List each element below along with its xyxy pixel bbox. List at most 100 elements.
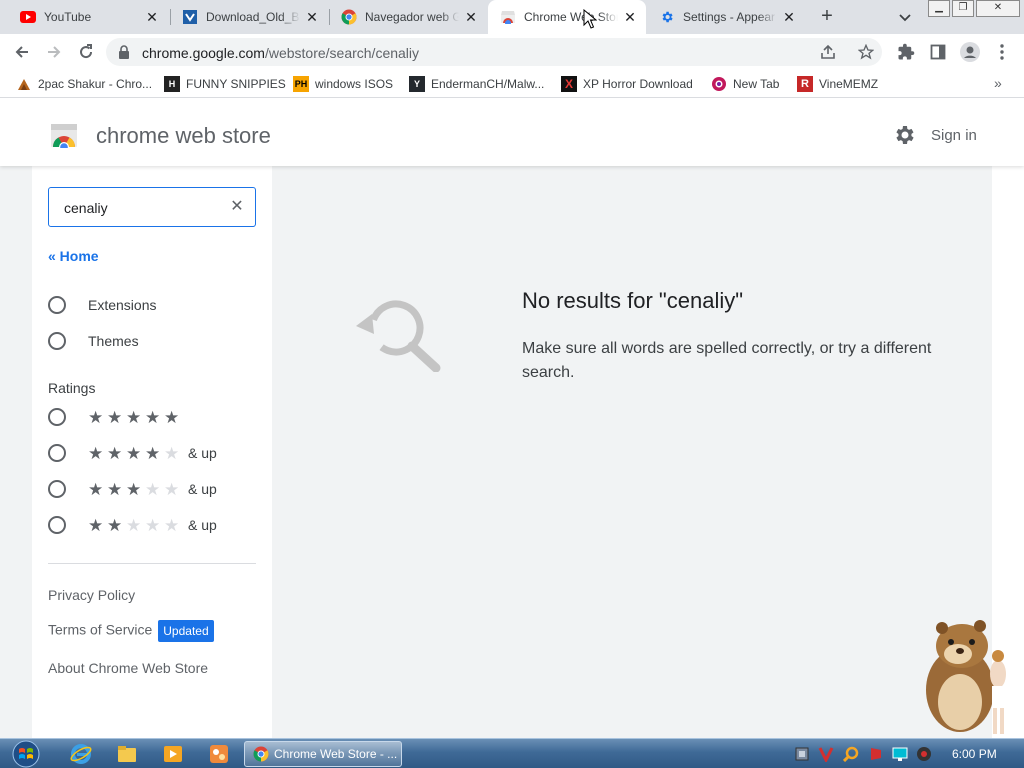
star-filled-icon: ★ (88, 479, 104, 499)
home-link[interactable]: « Home (48, 248, 99, 264)
privacy-policy-link[interactable]: Privacy Policy (48, 587, 135, 603)
close-icon[interactable]: ✕ (144, 9, 160, 25)
filter-rating-3[interactable]: ★ ★ ★ ★ ★ & up (48, 478, 217, 500)
sign-in-link[interactable]: Sign in (931, 127, 977, 144)
radio-button[interactable] (48, 408, 66, 426)
close-icon[interactable]: ✕ (622, 9, 638, 25)
bookmark-item[interactable]: H FUNNY SNIPPIES (164, 75, 286, 93)
address-bar[interactable]: chrome.google.com/webstore/search/cenali… (106, 38, 882, 66)
tray-search-icon[interactable] (843, 746, 859, 762)
star-filled-icon: ★ (126, 479, 142, 499)
file-explorer-icon[interactable] (116, 743, 138, 765)
tray-chip-icon[interactable] (794, 746, 810, 762)
search-input[interactable] (64, 198, 214, 218)
url-text[interactable]: chrome.google.com/webstore/search/cenali… (142, 45, 419, 61)
radio-button[interactable] (48, 296, 66, 314)
menu-kebab-icon[interactable] (990, 40, 1014, 64)
h-logo-icon: H (164, 76, 180, 92)
filter-themes[interactable]: Themes (48, 330, 139, 352)
bookmark-item[interactable]: New Tab (711, 75, 779, 93)
rating-suffix: & up (188, 445, 217, 461)
tray-monitor-icon[interactable] (892, 746, 908, 762)
restore-button[interactable]: ❐ (952, 0, 974, 17)
taskbar-window-title: Chrome Web Store - ... (274, 747, 398, 761)
store-title[interactable]: chrome web store (96, 123, 271, 149)
bookmarks-overflow-button[interactable]: » (994, 75, 1002, 91)
left-gutter (0, 166, 32, 738)
bookmark-item[interactable]: R VineMEMZ (797, 75, 878, 93)
tray-v-icon[interactable] (818, 746, 834, 762)
download-site-icon (182, 9, 198, 25)
chrome-web-store-logo-icon[interactable] (50, 122, 78, 148)
paint-app-icon[interactable] (208, 743, 230, 765)
filter-rating-4[interactable]: ★ ★ ★ ★ ★ & up (48, 442, 217, 464)
extensions-puzzle-icon[interactable] (894, 40, 918, 64)
back-button[interactable] (10, 40, 34, 64)
terms-of-service-link[interactable]: Terms of Service (48, 622, 152, 638)
radio-button[interactable] (48, 480, 66, 498)
filter-rating-2[interactable]: ★ ★ ★ ★ ★ & up (48, 514, 217, 536)
about-store-link[interactable]: About Chrome Web Store (48, 660, 208, 676)
reload-icon (80, 44, 93, 59)
tab-settings[interactable]: Settings - Appear ✕ (647, 0, 805, 34)
radio-button[interactable] (48, 444, 66, 462)
bookmark-item[interactable]: Y EndermanCH/Malw... (409, 75, 544, 93)
url-path: /webstore/search/cenaliy (264, 45, 420, 61)
taskbar-chrome-window[interactable]: Chrome Web Store - ... (244, 741, 402, 767)
close-icon[interactable]: ✕ (781, 9, 797, 25)
url-host: chrome.google.com (142, 45, 265, 61)
bookmark-label: 2pac Shakur - Chro... (38, 77, 153, 91)
tab-title: YouTube (44, 10, 92, 24)
settings-gear-icon[interactable] (892, 123, 916, 147)
windows-taskbar: Chrome Web Store - ... 6:00 PM (0, 738, 1024, 768)
star-filled-icon: ★ (126, 443, 142, 463)
share-icon[interactable] (816, 40, 840, 64)
bookmark-label: EndermanCH/Malw... (431, 77, 545, 91)
webstore-icon (500, 9, 516, 25)
bookmark-star-icon[interactable] (854, 40, 878, 64)
star-filled-icon: ★ (145, 407, 161, 427)
tray-flag-icon[interactable] (868, 746, 884, 762)
windows-start-orb-icon[interactable] (8, 740, 44, 768)
chrome-icon (341, 9, 357, 25)
star-filled-icon: ★ (107, 443, 123, 463)
star-rating: ★ ★ ★ ★ ★ (88, 481, 183, 498)
no-results-title: No results for "cenaliy" (522, 288, 744, 313)
bookmark-item[interactable]: 2pac Shakur - Chro... (16, 75, 152, 93)
ph-logo-icon: PH (293, 76, 309, 92)
tab-youtube[interactable]: YouTube ✕ (8, 0, 168, 34)
bookmark-label: New Tab (733, 77, 780, 91)
radio-button[interactable] (48, 516, 66, 534)
clear-search-icon[interactable]: ✕ (227, 196, 247, 218)
radio-button[interactable] (48, 332, 66, 350)
new-tab-button[interactable]: + (816, 6, 838, 28)
media-player-icon[interactable] (162, 743, 184, 765)
minimize-button[interactable]: ▁ (928, 0, 950, 17)
star-rating: ★ ★ ★ ★ ★ (88, 409, 183, 426)
close-icon[interactable]: ✕ (463, 9, 479, 25)
no-results-message: Make sure all words are spelled correctl… (522, 340, 932, 381)
reload-button[interactable] (74, 40, 98, 64)
tray-volume-icon[interactable] (916, 746, 932, 762)
side-panel-icon[interactable] (926, 40, 950, 64)
github-icon: Y (409, 76, 425, 92)
tab-title: Chrome Web Stor (524, 10, 618, 24)
forward-button[interactable] (42, 40, 66, 64)
bookmark-item[interactable]: PH windows ISOS (293, 75, 393, 93)
tab-chrome-web-store[interactable]: Chrome Web Stor ✕ (488, 0, 646, 34)
filter-extensions[interactable]: Extensions (48, 294, 156, 316)
tab-navegador[interactable]: Navegador web G ✕ (329, 0, 487, 34)
window-close-button[interactable]: ✕ (976, 0, 1020, 17)
profile-avatar-icon[interactable] (958, 40, 982, 64)
close-icon[interactable]: ✕ (304, 9, 320, 25)
filter-rating-5[interactable]: ★ ★ ★ ★ ★ (48, 406, 188, 428)
tab-search-chevron-icon[interactable] (896, 8, 914, 26)
tab-title: Download_Old_Bu (206, 10, 300, 24)
tab-download[interactable]: Download_Old_Bu ✕ (170, 0, 328, 34)
star-rating: ★ ★ ★ ★ ★ (88, 445, 183, 462)
system-clock[interactable]: 6:00 PM (952, 747, 997, 761)
internet-explorer-icon[interactable] (70, 743, 92, 765)
tab-strip: YouTube ✕ Download_Old_Bu ✕ Navegador we… (0, 0, 1024, 34)
bookmark-item[interactable]: X XP Horror Download (561, 75, 693, 93)
rating-suffix: & up (188, 481, 217, 497)
